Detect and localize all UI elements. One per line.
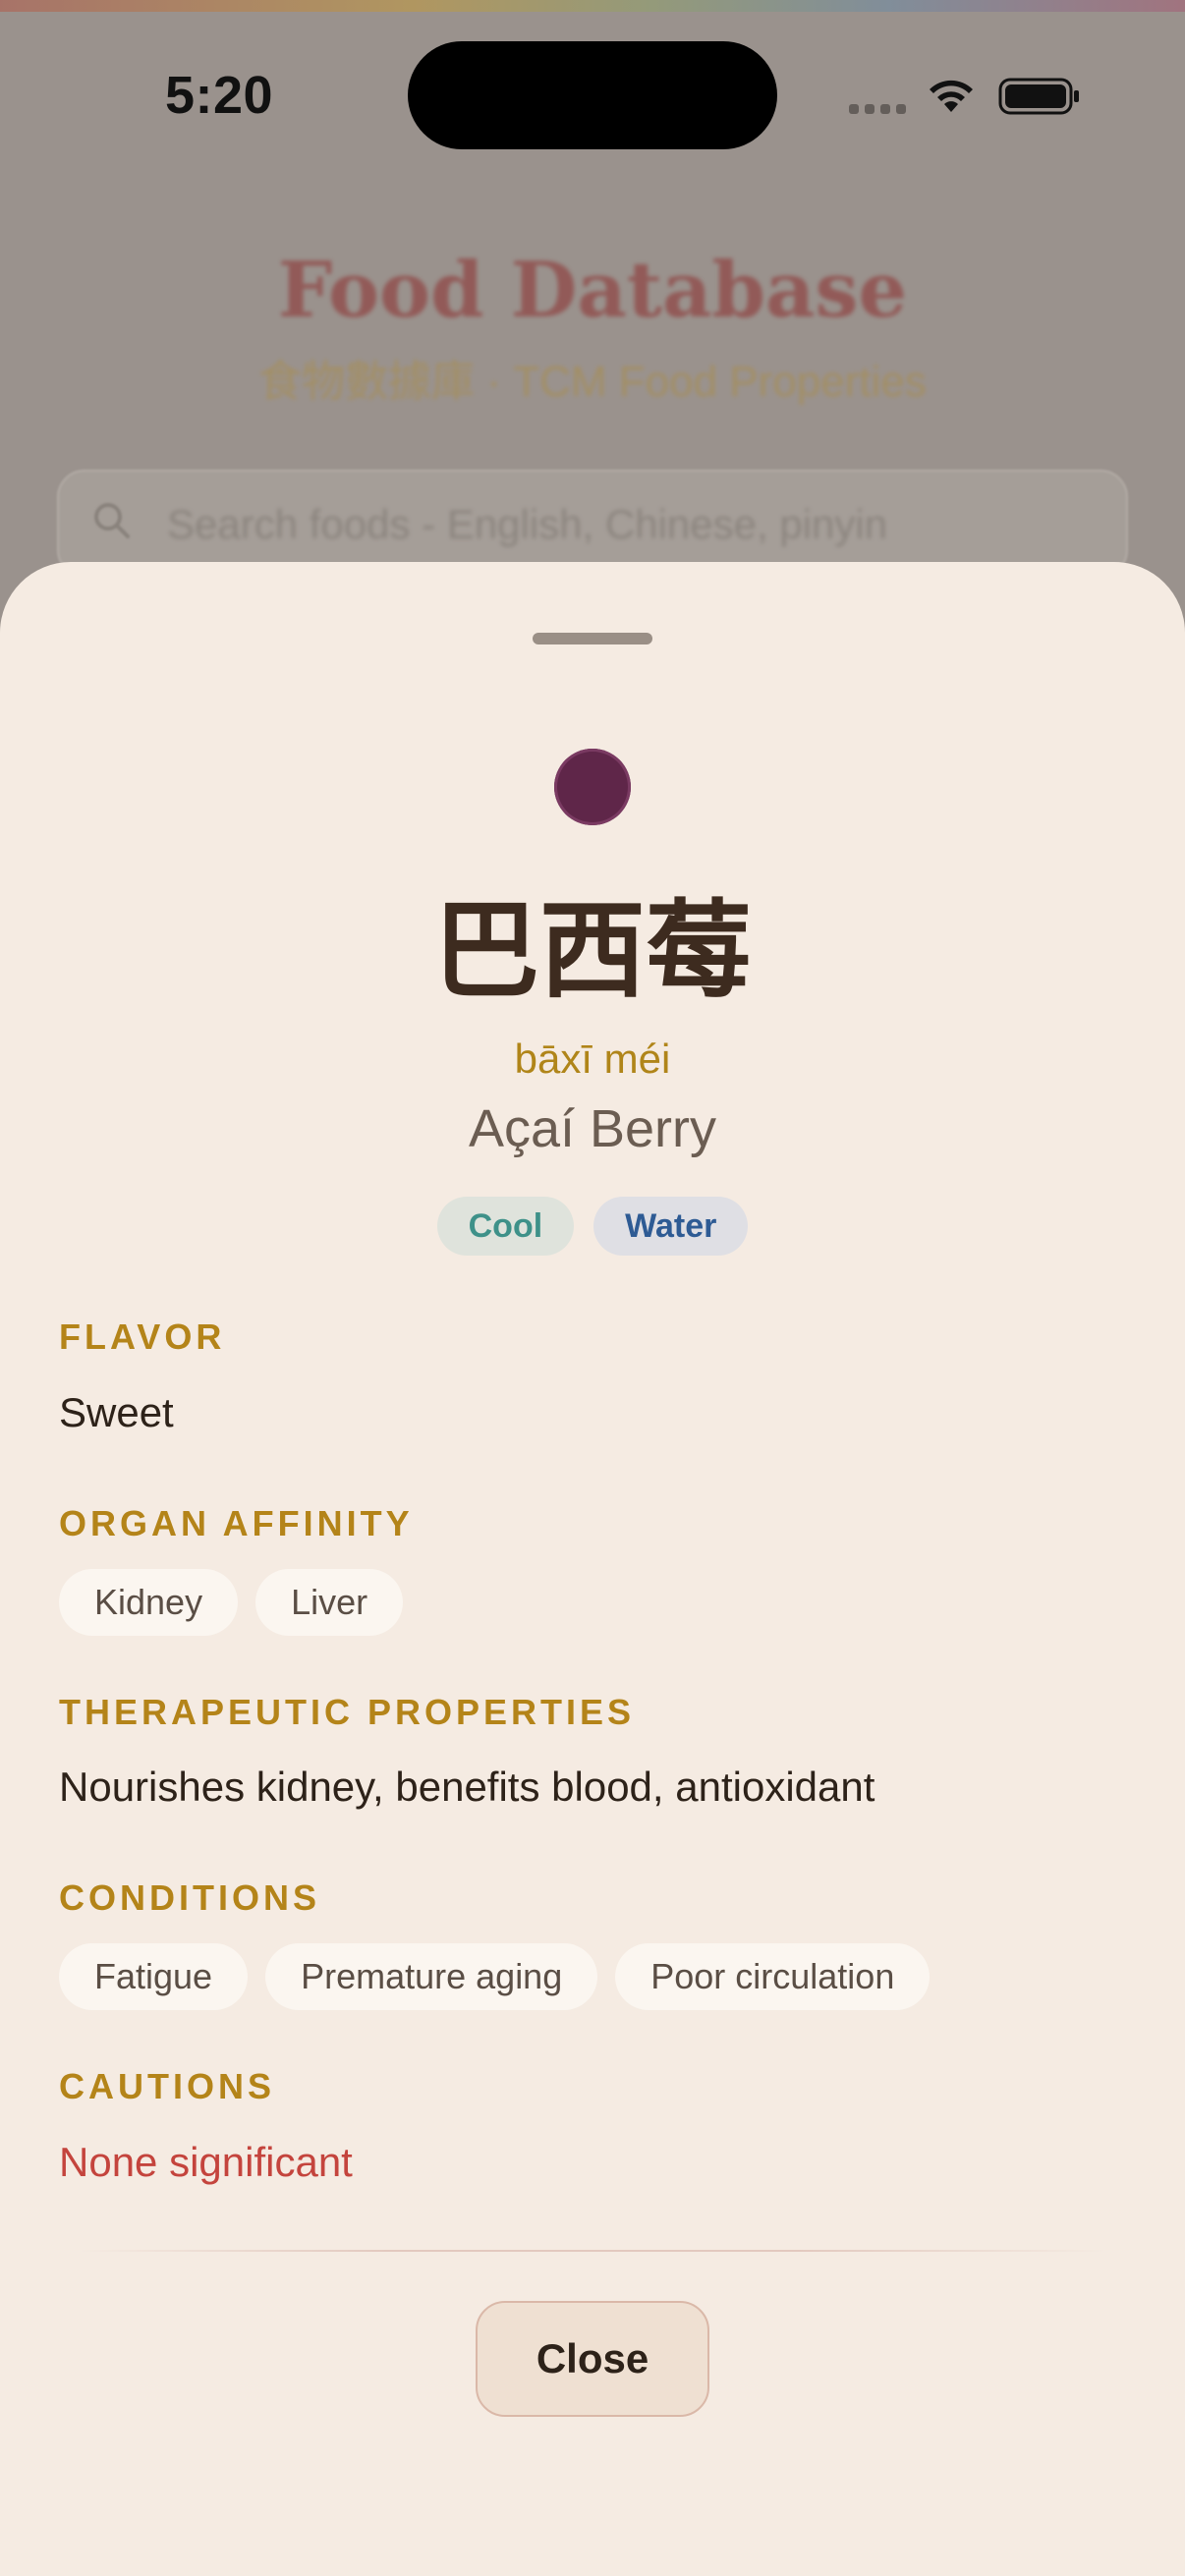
- condition-chip: Fatigue: [59, 1943, 249, 2010]
- organ-chip: Kidney: [59, 1569, 239, 1636]
- therapeutic-properties-label: THERAPEUTIC PROPERTIES: [59, 1692, 636, 1732]
- sheet-grabber-handle[interactable]: [533, 633, 652, 644]
- flavor-label: FLAVOR: [59, 1316, 226, 1357]
- background-page-title: Food Database: [277, 246, 908, 335]
- organ-affinity-label: ORGAN AFFINITY: [59, 1503, 414, 1543]
- screen: 5:20 Food Database 食物數據庫 · TCM Food Prop…: [0, 0, 1185, 2576]
- close-button[interactable]: Close: [476, 2301, 709, 2417]
- condition-chip: Premature aging: [265, 1943, 598, 2010]
- element-tag: Water: [593, 1197, 749, 1256]
- flavor-value: Sweet: [59, 1389, 174, 1435]
- wifi-icon: [930, 80, 973, 112]
- food-color-dot: [554, 749, 631, 825]
- property-tags: Cool Water: [0, 1197, 1185, 1256]
- organ-chip: Liver: [255, 1569, 404, 1636]
- status-time: 5:20: [165, 66, 274, 125]
- conditions-chips: Fatigue Premature aging Poor circulation: [59, 1943, 931, 2010]
- food-english-name: Açaí Berry: [468, 1099, 717, 1158]
- search-icon: [94, 503, 130, 538]
- divider: [79, 2250, 1106, 2252]
- food-pinyin: bāxī méi: [514, 1036, 671, 1082]
- food-chinese-name: 巴西莓: [432, 890, 752, 1013]
- cautions-value: None significant: [59, 2139, 353, 2185]
- condition-chip: Poor circulation: [615, 1943, 931, 2010]
- dynamic-island: [408, 41, 777, 149]
- top-color-stripe: [0, 0, 1185, 12]
- battery-icon: [998, 78, 1079, 115]
- conditions-label: CONDITIONS: [59, 1877, 321, 1918]
- cellular-signal-icon: [849, 102, 908, 116]
- therapeutic-properties-value: Nourishes kidney, benefits blood, antiox…: [59, 1764, 875, 1810]
- organ-affinity-chips: Kidney Liver: [59, 1569, 404, 1636]
- background-page-subtitle: 食物數據庫 · TCM Food Properties: [258, 358, 927, 406]
- background-search-placeholder: Search foods - English, Chinese, pinyin: [167, 501, 888, 547]
- temperature-tag: Cool: [436, 1197, 575, 1256]
- cautions-label: CAUTIONS: [59, 2066, 275, 2106]
